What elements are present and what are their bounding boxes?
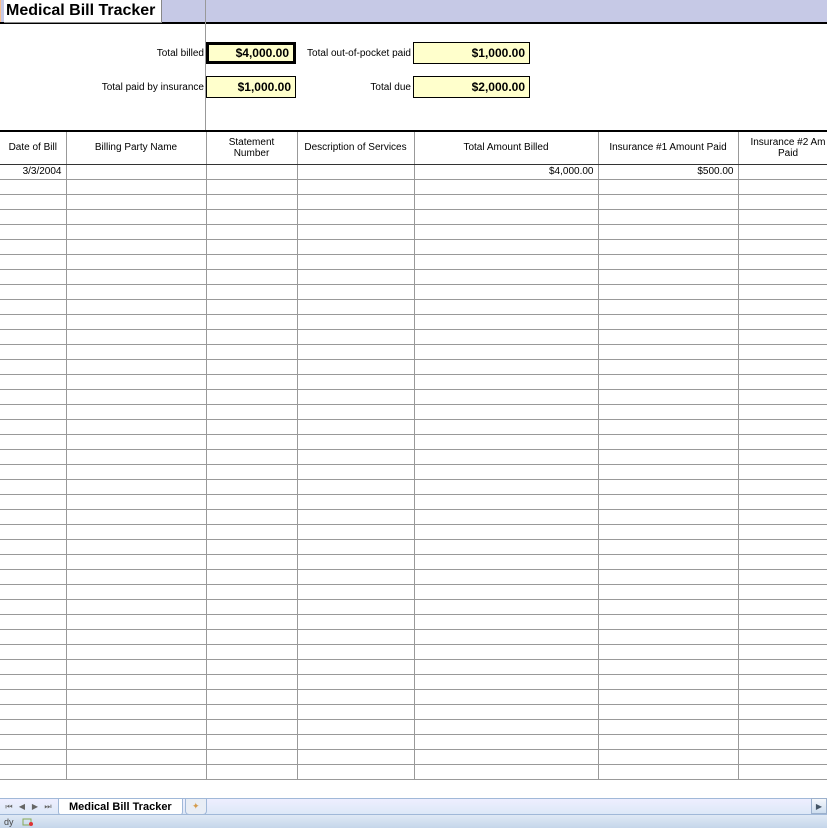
table-row[interactable] <box>0 614 827 629</box>
table-row[interactable] <box>0 569 827 584</box>
table-row[interactable] <box>0 404 827 419</box>
table-row[interactable] <box>0 329 827 344</box>
table-row[interactable] <box>0 374 827 389</box>
total-billed-value[interactable]: $4,000.00 <box>206 42 296 64</box>
table-row[interactable] <box>0 344 827 359</box>
status-bar: dy <box>0 814 827 828</box>
table-row[interactable] <box>0 749 827 764</box>
tab-next-icon[interactable]: ▶ <box>29 800 41 813</box>
table-row[interactable] <box>0 389 827 404</box>
table-row[interactable] <box>0 419 827 434</box>
tab-nav: ⏮ ◀ ▶ ⏭ <box>0 799 54 813</box>
summary-area: Total billed $4,000.00 Total out-of-pock… <box>0 24 827 132</box>
table-row[interactable] <box>0 254 827 269</box>
col-header-desc[interactable]: Description of Services <box>297 132 414 164</box>
cell-ins2[interactable]: $ <box>738 164 827 179</box>
table-row[interactable] <box>0 359 827 374</box>
table-row[interactable] <box>0 299 827 314</box>
total-oop-value[interactable]: $1,000.00 <box>413 42 530 64</box>
table-row[interactable]: 3/3/2004 $4,000.00$500.00$ <box>0 164 827 179</box>
total-oop-label: Total out-of-pocket paid <box>296 48 413 59</box>
row-highlight <box>0 0 1 22</box>
col-header-ins2[interactable]: Insurance #2 Am Paid <box>738 132 827 164</box>
table-row[interactable] <box>0 494 827 509</box>
macro-record-icon[interactable] <box>22 817 34 827</box>
table-row[interactable] <box>0 239 827 254</box>
table-row[interactable] <box>0 479 827 494</box>
table-row[interactable] <box>0 179 827 194</box>
total-due-value[interactable]: $2,000.00 <box>413 76 530 98</box>
table-row[interactable] <box>0 224 827 239</box>
tab-first-icon[interactable]: ⏮ <box>3 800 15 813</box>
table-row[interactable] <box>0 539 827 554</box>
table-row[interactable] <box>0 434 827 449</box>
table-row[interactable] <box>0 194 827 209</box>
table-row[interactable] <box>0 314 827 329</box>
tab-prev-icon[interactable]: ◀ <box>16 800 28 813</box>
table-row[interactable] <box>0 629 827 644</box>
table-row[interactable] <box>0 659 827 674</box>
table-row[interactable] <box>0 704 827 719</box>
table-header-row: Date of Bill Billing Party Name Statemen… <box>0 132 827 164</box>
table-row[interactable] <box>0 554 827 569</box>
table-row[interactable] <box>0 674 827 689</box>
data-grid[interactable]: Date of Bill Billing Party Name Statemen… <box>0 132 827 798</box>
table-row[interactable] <box>0 284 827 299</box>
table-row[interactable] <box>0 209 827 224</box>
col-header-date[interactable]: Date of Bill <box>0 132 66 164</box>
table-row[interactable] <box>0 269 827 284</box>
table-row[interactable] <box>0 644 827 659</box>
tab-last-icon[interactable]: ⏭ <box>42 800 54 813</box>
total-due-label: Total due <box>296 82 413 93</box>
col-header-ins1[interactable]: Insurance #1 Amount Paid <box>598 132 738 164</box>
total-insurance-label: Total paid by insurance <box>0 82 206 93</box>
cell-total[interactable]: $4,000.00 <box>414 164 598 179</box>
status-text: dy <box>4 817 14 827</box>
table-row[interactable] <box>0 689 827 704</box>
total-billed-label: Total billed <box>0 48 206 59</box>
new-sheet-button[interactable]: ✦ <box>185 799 207 815</box>
title-bar: Medical Bill Tracker <box>0 0 827 24</box>
total-insurance-value[interactable]: $1,000.00 <box>206 76 296 98</box>
scroll-right-icon[interactable]: ▶ <box>811 798 827 814</box>
table-row[interactable] <box>0 599 827 614</box>
cell-party[interactable] <box>66 164 206 179</box>
table-row[interactable] <box>0 719 827 734</box>
cell-desc[interactable] <box>297 164 414 179</box>
table-row[interactable] <box>0 464 827 479</box>
page-title: Medical Bill Tracker <box>4 0 162 23</box>
cell-ins1[interactable]: $500.00 <box>598 164 738 179</box>
table-row[interactable] <box>0 509 827 524</box>
footer: ⏮ ◀ ▶ ⏭ Medical Bill Tracker ✦ ▶ dy <box>0 798 827 828</box>
col-header-stmt[interactable]: Statement Number <box>206 132 297 164</box>
col-header-party[interactable]: Billing Party Name <box>66 132 206 164</box>
table-row[interactable] <box>0 734 827 749</box>
table-row[interactable] <box>0 584 827 599</box>
bills-table[interactable]: Date of Bill Billing Party Name Statemen… <box>0 132 827 780</box>
table-row[interactable] <box>0 449 827 464</box>
table-row[interactable] <box>0 524 827 539</box>
cell-stmt[interactable] <box>206 164 297 179</box>
col-header-total[interactable]: Total Amount Billed <box>414 132 598 164</box>
table-row[interactable] <box>0 764 827 779</box>
cell-date[interactable]: 3/3/2004 <box>0 164 66 179</box>
